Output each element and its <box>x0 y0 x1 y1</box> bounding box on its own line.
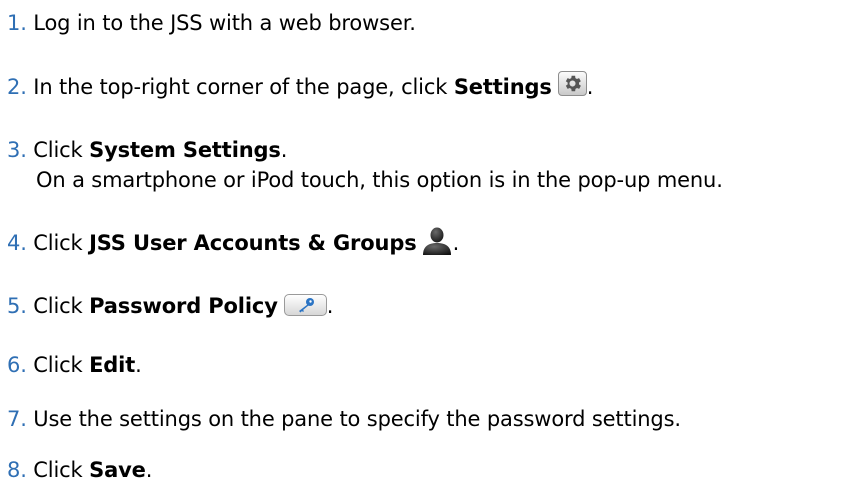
step-number: 8. <box>7 458 27 482</box>
step-text: Click <box>33 353 90 377</box>
step-punctuation: . <box>135 353 142 377</box>
step-text: In the top-right corner of the page, cli… <box>33 75 454 99</box>
step-ui-label: System Settings <box>89 138 281 162</box>
step-ui-label: Settings <box>453 75 552 99</box>
step-4: 4. Click JSS User Accounts & Groups. <box>7 226 460 259</box>
step-number: 3. <box>7 138 27 162</box>
step-5: 5. Click Password Policy. <box>7 291 333 321</box>
step-punctuation: . <box>586 75 594 99</box>
step-number: 4. <box>7 231 27 255</box>
step-7: 7. Use the settings on the pane to speci… <box>7 404 681 434</box>
step-text: Click <box>33 138 90 162</box>
step-text: Click <box>33 231 90 255</box>
step-ui-label: Password Policy <box>89 294 278 318</box>
step-ui-label: JSS User Accounts & Groups <box>89 231 417 255</box>
step-number: 1. <box>7 11 27 35</box>
step-text: Click <box>33 458 90 482</box>
user-silhouette-icon <box>421 226 453 256</box>
step-number: 7. <box>7 407 27 431</box>
step-punctuation: . <box>280 138 288 162</box>
step-text: Use the settings on the pane to specify … <box>33 407 681 431</box>
gear-icon <box>557 70 587 96</box>
step-punctuation: . <box>452 231 460 255</box>
step-2: 2. In the top-right corner of the page, … <box>7 70 594 102</box>
step-number: 5. <box>7 294 27 318</box>
step-6: 6. Click Edit. <box>7 350 142 380</box>
step-8: 8. Click Save. <box>7 455 152 485</box>
key-icon <box>283 294 327 316</box>
step-note: On a smartphone or iPod touch, this opti… <box>36 168 723 192</box>
step-ui-label: Edit <box>89 353 136 377</box>
step-number: 6. <box>7 353 27 377</box>
step-text: Log in to the JSS with a web browser. <box>33 11 416 35</box>
step-text: Click <box>33 294 90 318</box>
instruction-steps: 1. Log in to the JSS with a web browser.… <box>0 0 847 485</box>
step-3: 3. Click System Settings. On a smartphon… <box>7 135 723 195</box>
step-ui-label: Save <box>89 458 146 482</box>
step-punctuation: . <box>326 294 334 318</box>
step-number: 2. <box>7 75 27 99</box>
step-1: 1. Log in to the JSS with a web browser. <box>7 8 416 38</box>
step-punctuation: . <box>145 458 153 482</box>
